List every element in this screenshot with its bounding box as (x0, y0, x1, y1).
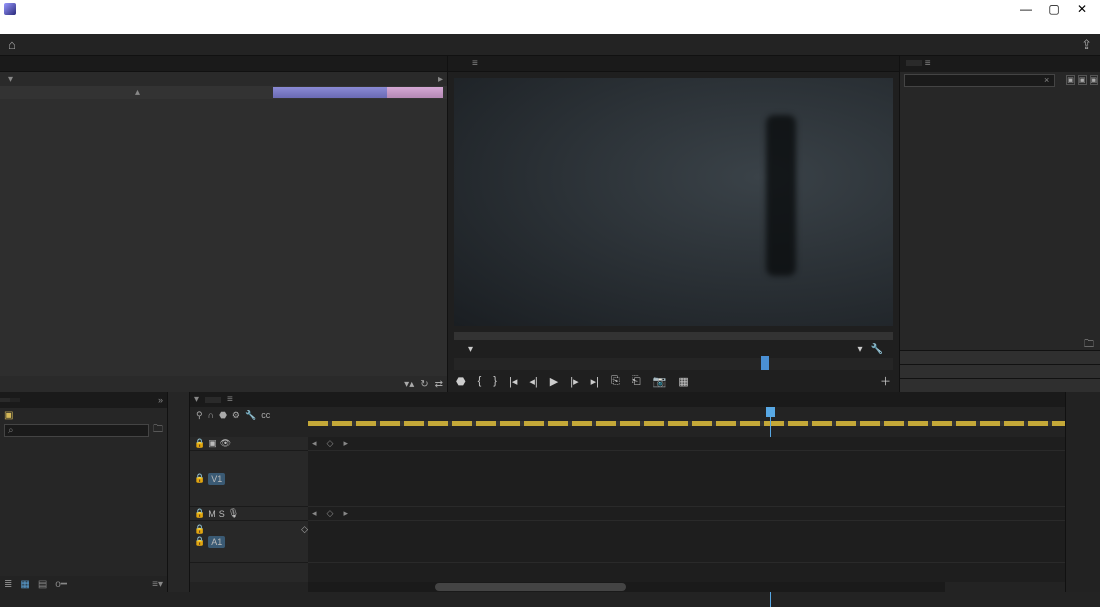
chip-sound[interactable] (900, 364, 1100, 378)
app-icon (4, 3, 16, 15)
clear-search-icon[interactable]: × (1044, 75, 1049, 85)
export-frame-icon[interactable]: 📷 (653, 375, 667, 388)
tab-project-editing[interactable] (10, 398, 20, 402)
kf-next2-icon[interactable]: ▸ (343, 508, 348, 519)
effects-panel: ≡ × ▣ ▣ ▣ 🗀 (900, 56, 1100, 392)
kf-prev-icon[interactable]: ◂ (312, 438, 317, 449)
snap-icon[interactable]: ⚲ (196, 410, 203, 421)
mark-out-icon[interactable]: } (493, 375, 497, 387)
comparison-icon[interactable]: ▦ (678, 375, 688, 388)
kf-prev2-icon[interactable]: ◂ (312, 508, 317, 519)
track-sync-icon[interactable]: 👁 (220, 438, 231, 449)
timeline-ruler[interactable] (308, 407, 1065, 437)
track-target-a1[interactable]: A1 (208, 536, 225, 548)
ec-filter-icon[interactable]: ▾▴ (404, 379, 414, 390)
track-voice-icon[interactable]: 🎙 (228, 508, 239, 519)
close-button[interactable]: ✕ (1068, 2, 1096, 16)
mix-keyframe-icon[interactable]: ◇ (301, 524, 308, 535)
window-titlebar: — ▢ ✕ (0, 0, 1100, 17)
fx-badge-1-icon[interactable]: ▣ (1066, 75, 1075, 85)
step-fwd-icon[interactable]: |▸ (570, 375, 578, 388)
add-marker-icon[interactable]: ⬣ (456, 375, 466, 388)
program-playhead[interactable] (761, 356, 769, 370)
timeline-panel: ▾≡ ⚲ ∩ ⬣ ⚙ 🔧 cc (190, 392, 1066, 592)
ec-mini-clip (273, 87, 387, 98)
home-icon[interactable]: ⌂ (8, 37, 16, 52)
track-lock-mix[interactable]: 🔒 (194, 524, 205, 535)
timeline-zoom-scroll[interactable] (308, 582, 945, 592)
ec-bypass-icon[interactable]: ⇄ (435, 379, 443, 390)
maximize-button[interactable]: ▢ (1040, 2, 1068, 16)
project-bin-icon: ▣ (4, 410, 13, 421)
list-view-icon[interactable]: ≣ (4, 579, 12, 590)
audio-meters (1066, 392, 1100, 592)
program-zoom[interactable]: ▾ (468, 344, 473, 355)
marker-icon[interactable]: ⬣ (219, 410, 227, 421)
track-v2-toggle-icon[interactable]: ▣ (208, 438, 217, 449)
goto-in-icon[interactable]: |◂ (509, 375, 517, 388)
step-back-icon[interactable]: ◂| (529, 375, 537, 388)
track-mute-icon[interactable]: M (208, 509, 216, 519)
play-icon[interactable]: ▶ (550, 375, 558, 388)
project-search-input[interactable] (4, 424, 149, 437)
effects-search-input[interactable] (904, 74, 1055, 87)
kf-next-icon[interactable]: ▸ (343, 438, 348, 449)
panel-menu-icon[interactable]: » (154, 395, 167, 405)
main-menu (0, 17, 1100, 34)
ec-fx-icon[interactable]: ↻ (420, 379, 428, 390)
extract-icon[interactable]: ⎗ (632, 375, 641, 388)
track-lock-v1[interactable]: 🔒 (194, 473, 205, 484)
freeform-view-icon[interactable]: ▤ (38, 579, 47, 590)
track-lock-icon[interactable]: 🔒 (194, 438, 205, 449)
track-lock-a1[interactable]: 🔒 (194, 536, 205, 547)
source-panel-tabs (0, 56, 447, 72)
chip-lumetri[interactable] (900, 378, 1100, 392)
kf-add-icon[interactable]: ◇ (327, 438, 334, 449)
program-ruler[interactable] (454, 358, 893, 370)
fx-badge-3-icon[interactable]: ▣ (1090, 75, 1099, 85)
ec-mini-clip-next (387, 87, 443, 98)
program-scrub-mini[interactable] (454, 332, 893, 340)
tab-effects[interactable] (906, 60, 922, 66)
lift-icon[interactable]: ⎘ (611, 375, 620, 388)
project-filter-icon[interactable]: 🗀 (153, 422, 163, 439)
mark-in-icon[interactable]: { (478, 375, 482, 387)
program-monitor: ≡ ▾ ▾ 🔧 ⬣ { } |◂ ◂| ▶ |▸ ▸| ⎘ ⎗ 📷 ▦ (448, 56, 900, 392)
settings-icon[interactable]: ⚙ (232, 410, 240, 421)
program-fit-dropdown[interactable]: ▾ (858, 344, 863, 355)
project-panel: » ▣ 🗀 ≣ ▦ ▤ o━ ≡▾ (0, 392, 168, 592)
tab-project[interactable] (0, 398, 10, 402)
work-area-bar[interactable] (308, 421, 1065, 426)
goto-out-icon[interactable]: ▸| (591, 375, 599, 388)
fx-badge-2-icon[interactable]: ▣ (1078, 75, 1087, 85)
zoom-slider[interactable]: o━ (55, 579, 67, 590)
project-empty-hint[interactable] (0, 438, 167, 576)
program-viewport[interactable] (454, 78, 893, 326)
program-transport: ⬣ { } |◂ ◂| ▶ |▸ ▸| ⎘ ⎗ 📷 ▦ ＋ (448, 370, 899, 392)
track-lock-a-icon[interactable]: 🔒 (194, 508, 205, 519)
track-solo-icon[interactable]: S (219, 509, 225, 519)
new-bin-icon[interactable]: 🗀 (1084, 337, 1094, 349)
wrench2-icon[interactable]: 🔧 (245, 410, 256, 421)
chip-graphics[interactable] (900, 350, 1100, 364)
cc-icon[interactable]: cc (261, 410, 270, 421)
kf-add2-icon[interactable]: ◇ (327, 508, 334, 519)
button-editor-icon[interactable]: ＋ (880, 373, 891, 389)
tab-sequence[interactable] (205, 397, 221, 403)
workspace-switcher: ⌂ ⇪ (0, 34, 1100, 56)
sort-icon[interactable]: ≡▾ (152, 579, 163, 590)
effect-controls-panel: ▾ ▸ ▴ ▾▴ ↻ ⇄ (0, 72, 447, 392)
export-icon[interactable]: ⇪ (1081, 37, 1092, 53)
ec-mini-timeline[interactable] (273, 87, 443, 98)
wrench-icon[interactable]: 🔧 (871, 344, 883, 355)
minimize-button[interactable]: — (1012, 2, 1040, 16)
track-target-v1[interactable]: V1 (208, 473, 225, 485)
linked-sel-icon[interactable]: ∩ (208, 410, 214, 421)
icon-view-icon[interactable]: ▦ (20, 579, 29, 590)
timeline-tools (168, 392, 190, 592)
